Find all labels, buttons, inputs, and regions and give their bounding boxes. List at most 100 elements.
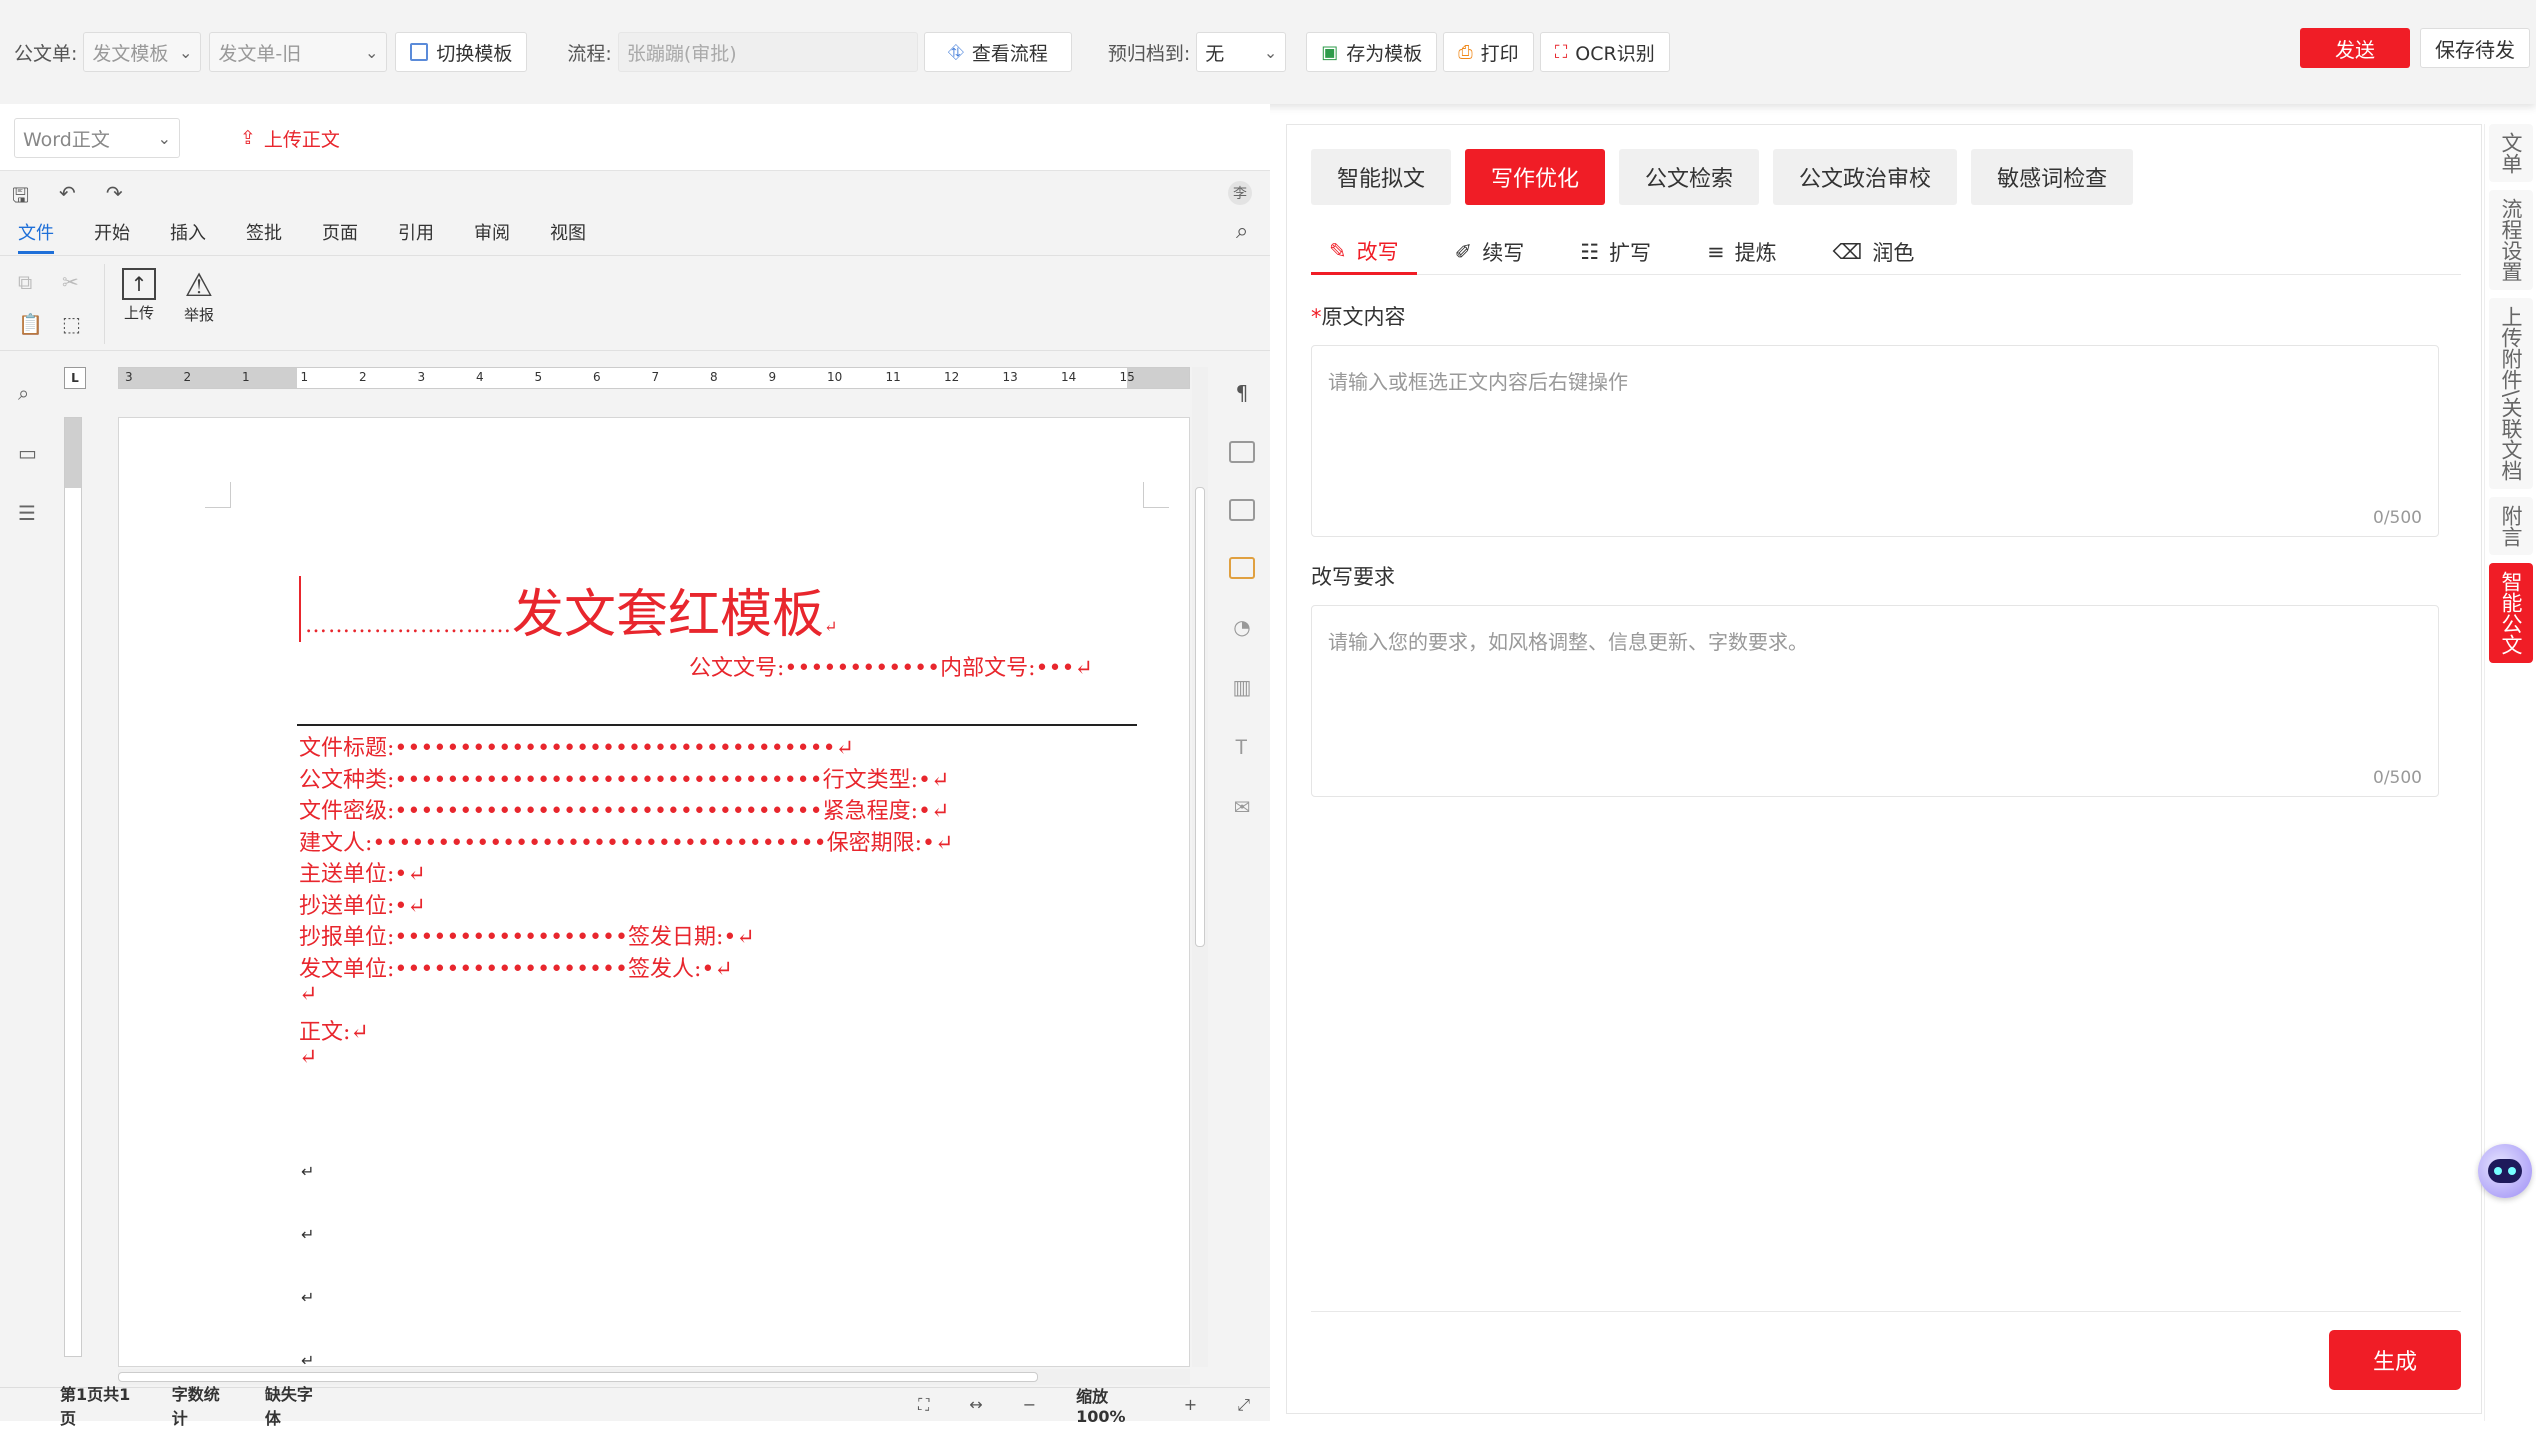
zoom-out-icon[interactable]: −: [1003, 1395, 1056, 1414]
empty-paragraph-marks: ↵↵↵↵↵: [301, 1162, 315, 1367]
page-icon[interactable]: [1229, 557, 1255, 579]
find-icon[interactable]: ⌕: [18, 381, 37, 405]
word-type-select[interactable]: Word正文 ⌄: [14, 118, 180, 158]
save-as-template-button[interactable]: ▣ 存为模板: [1306, 32, 1438, 72]
ruler-tick-label: 1: [242, 370, 250, 384]
print-button[interactable]: ⎙ 打印: [1443, 32, 1534, 72]
sidebar-item-flow-settings[interactable]: 流程设置: [2489, 190, 2533, 290]
tab-home[interactable]: 开始: [94, 219, 130, 254]
tab-page[interactable]: 页面: [322, 219, 358, 254]
char-counter: 0/500: [2373, 768, 2422, 788]
cut-icon[interactable]: ✂: [62, 270, 79, 294]
doc-body: 文件标题:••••••••••••••••••••••••••••••••••↵…: [299, 730, 953, 1077]
ruler-tick-label: 9: [768, 370, 777, 384]
scroll-thumb[interactable]: [1195, 487, 1205, 947]
image-icon[interactable]: [1229, 499, 1255, 521]
generate-button[interactable]: 生成: [2329, 1330, 2461, 1390]
sidebar-item-label: 上传附件\关联文档: [2499, 306, 2523, 482]
paste-icon[interactable]: 📋: [18, 312, 43, 336]
right-sidebar: 文单 流程设置 上传附件\关联文档 附言 智能公文: [2484, 124, 2536, 1421]
sidebar-item-attachments[interactable]: 上传附件\关联文档: [2489, 298, 2533, 490]
zoom-level[interactable]: 缩放100%: [1056, 1383, 1164, 1426]
tab-writing-optimize[interactable]: 写作优化: [1465, 149, 1606, 205]
tab-doc-search[interactable]: 公文检索: [1619, 149, 1760, 205]
list-icon: ≡: [1707, 240, 1725, 264]
search-icon[interactable]: ⌕: [1236, 219, 1248, 244]
zoom-in-icon[interactable]: +: [1164, 1395, 1217, 1414]
sidebar-item-doc-form[interactable]: 文单: [2489, 124, 2533, 182]
upload-tool-button[interactable]: ↑ 上传: [122, 268, 156, 323]
archive-select[interactable]: 无 ⌄: [1196, 32, 1287, 72]
fit-width-icon[interactable]: ↔: [949, 1395, 1002, 1414]
fit-page-icon[interactable]: ⛶: [898, 1395, 949, 1415]
tab-view[interactable]: 视图: [550, 219, 586, 254]
select-icon[interactable]: ⬚: [62, 312, 81, 336]
shape-icon[interactable]: ◔: [1233, 615, 1250, 639]
doc-form-select[interactable]: 发文单-旧 ⌄: [209, 32, 388, 72]
menu-tabs: 文件 开始 插入 签批 页面 引用 审阅 视图: [18, 219, 586, 254]
right-tool-icons: ¶ ◔ ▥ Ꭲ ✉: [1228, 381, 1256, 819]
comment-icon[interactable]: ▭: [18, 441, 37, 465]
ruler-tick-label: 10: [827, 370, 843, 384]
tab-sign[interactable]: 签批: [246, 219, 282, 254]
document-page[interactable]: ………………………发文套红模板↵ 公文文号:••••••••••••内部文号:•…: [118, 417, 1190, 1367]
tab-sensitive-check[interactable]: 敏感词检查: [1971, 149, 2134, 205]
subtab-expand[interactable]: ☷ 扩写: [1562, 229, 1669, 275]
table-icon[interactable]: [1229, 441, 1255, 463]
subtab-rewrite[interactable]: ✎ 改写: [1311, 229, 1417, 275]
sidebar-item-label: 智能公文: [2499, 571, 2523, 656]
divider: [104, 264, 105, 344]
save-pending-button[interactable]: 保存待发: [2420, 28, 2530, 68]
subtab-refine[interactable]: ≡ 提炼: [1689, 229, 1795, 275]
tab-insert[interactable]: 插入: [170, 219, 206, 254]
tab-reference[interactable]: 引用: [398, 219, 434, 254]
chevron-down-icon: ⌄: [1263, 42, 1278, 62]
quick-access: 🖫 ↶ ↷: [12, 181, 123, 215]
upload-body-link[interactable]: ⇪ 上传正文: [240, 125, 340, 152]
undo-icon[interactable]: ↶: [59, 181, 76, 215]
missing-font-button[interactable]: 缺失字体: [245, 1381, 338, 1429]
doc-label: 公文单:: [14, 42, 78, 65]
send-button[interactable]: 发送: [2300, 28, 2410, 68]
tab-stop-icon[interactable]: L: [64, 367, 86, 389]
outline-icon[interactable]: ☰: [18, 501, 37, 525]
tab-smart-draft[interactable]: 智能拟文: [1311, 149, 1452, 205]
switch-template-button[interactable]: 切换模板: [395, 32, 528, 72]
report-tool-button[interactable]: ⚠ 举报: [184, 268, 214, 325]
view-flow-button[interactable]: ⛗ 查看流程: [923, 32, 1072, 72]
avatar[interactable]: 李: [1228, 181, 1252, 205]
edit-icon: ✎: [1329, 238, 1347, 263]
ai-assistant-robot-icon[interactable]: [2478, 1144, 2532, 1198]
sidebar-item-postscript[interactable]: 附言: [2489, 497, 2533, 556]
subtab-polish[interactable]: ⌫ 润色: [1815, 229, 1933, 275]
rewrite-requirement-textarea[interactable]: 请输入您的要求，如风格调整、信息更新、字数要求。 0/500: [1311, 605, 2439, 797]
ocr-button[interactable]: ⛶ OCR识别: [1539, 32, 1670, 72]
fullscreen-icon[interactable]: ⤢: [1217, 1395, 1270, 1415]
mail-icon[interactable]: ✉: [1234, 795, 1251, 819]
chart-icon[interactable]: ▥: [1233, 675, 1252, 699]
tab-political-review[interactable]: 公文政治审校: [1773, 149, 1958, 205]
sidebar-item-label: 附言: [2499, 505, 2523, 548]
horizontal-ruler[interactable]: 3 2 1 1 2 3 4 5 6 7 8 9 10 11 12 13 14 15: [118, 367, 1190, 389]
sidebar-item-smart-doc[interactable]: 智能公文: [2489, 563, 2533, 664]
left-tool-icons: ⌕ ▭ ☰: [18, 381, 37, 525]
save-template-icon: ▣: [1321, 41, 1339, 63]
word-count-button[interactable]: 字数统计: [152, 1381, 245, 1429]
vertical-ruler[interactable]: [64, 417, 82, 1357]
save-icon[interactable]: 🖫: [12, 181, 29, 215]
doc-title-line: ………………………发文套红模板↵: [305, 585, 838, 645]
doc-template-select[interactable]: 发文模板 ⌄: [83, 32, 202, 72]
required-mark: *: [1311, 305, 1322, 329]
vertical-scrollbar[interactable]: [1192, 367, 1208, 1367]
original-content-textarea[interactable]: 请输入或框选正文内容后右键操作 0/500: [1311, 345, 2439, 537]
paragraph-mark-icon[interactable]: ¶: [1236, 381, 1249, 405]
sidebar-item-label: 文单: [2499, 132, 2523, 174]
tab-file[interactable]: 文件: [18, 219, 54, 254]
tab-review[interactable]: 审阅: [474, 219, 510, 254]
flow-input[interactable]: 张蹦蹦(审批): [617, 32, 918, 72]
text-style-icon[interactable]: Ꭲ: [1236, 735, 1248, 759]
ruler-tick-label: 15: [1119, 370, 1135, 384]
redo-icon[interactable]: ↷: [106, 181, 123, 215]
copy-icon[interactable]: ⧉: [18, 270, 32, 294]
subtab-continue[interactable]: ✐ 续写: [1437, 229, 1543, 275]
